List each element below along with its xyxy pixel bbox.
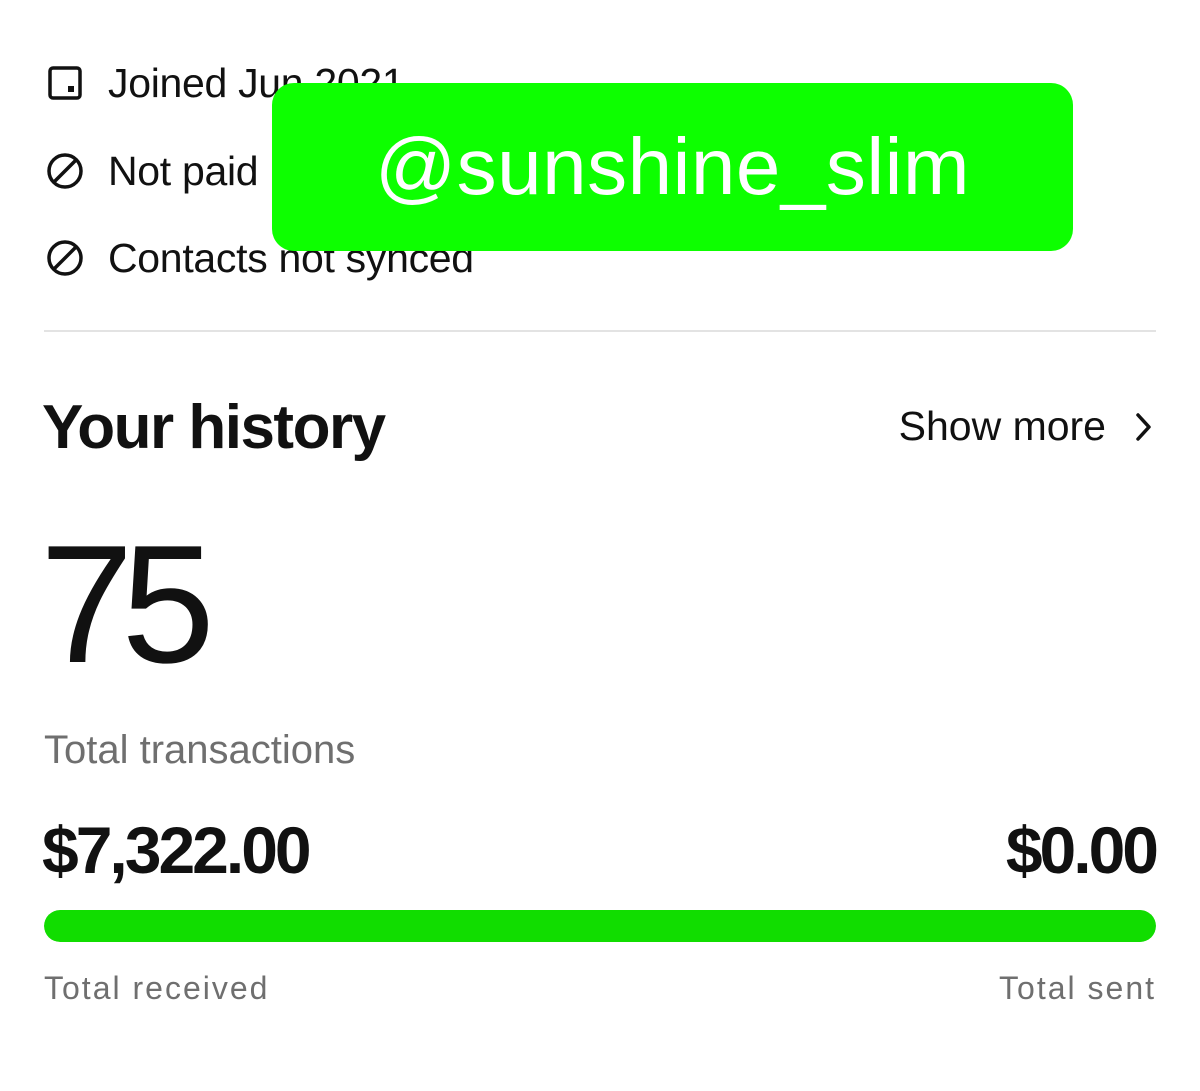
received-sent-bar — [44, 910, 1156, 942]
history-title: Your history — [42, 393, 386, 462]
transaction-count-label: Total transactions — [44, 728, 356, 772]
total-received-amount: $7,322.00 — [42, 813, 312, 887]
calendar-icon — [44, 62, 86, 104]
transaction-count: 75 — [40, 510, 215, 698]
total-sent-label: Total sent — [999, 970, 1156, 1006]
show-more-button[interactable]: Show more — [899, 403, 1156, 450]
total-received-label: Total received — [44, 970, 270, 1006]
chevron-right-icon — [1134, 409, 1156, 445]
paid-status-text: Not paid — [108, 147, 259, 194]
username-overlay-text: @sunshine_slim — [374, 122, 971, 211]
prohibited-icon — [44, 237, 86, 279]
total-sent-amount: $0.00 — [1005, 813, 1159, 887]
prohibited-icon — [44, 150, 86, 192]
show-more-label: Show more — [898, 403, 1106, 449]
received-bar-fill — [44, 910, 1156, 942]
section-divider — [44, 330, 1156, 332]
paid-status-row: Not paid — [44, 143, 259, 199]
username-overlay: @sunshine_slim — [272, 83, 1073, 251]
